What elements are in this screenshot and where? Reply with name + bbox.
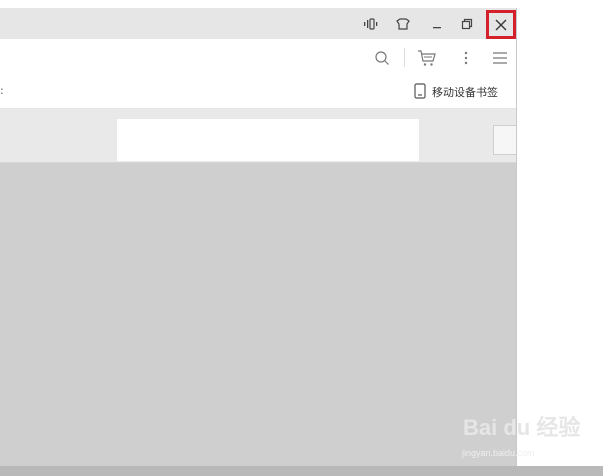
restore-icon[interactable] [456,8,478,39]
close-icon [494,18,508,32]
side-button[interactable] [493,125,516,155]
mobile-device-icon [414,82,426,102]
search-input[interactable] [117,119,419,161]
cart-icon[interactable] [416,39,438,76]
toolbar-separator [404,48,405,67]
skin-icon[interactable] [393,8,413,39]
browser-window: : 移动设备书签 [0,8,517,468]
toolbar [0,39,516,77]
minimize-icon[interactable] [426,8,448,39]
search-icon[interactable] [372,39,392,76]
bookmark-bar: : 移动设备书签 [0,76,516,109]
watermark-brand: Bai du 经验 [463,415,581,440]
watermark-site: jingyan.baidu.com [462,448,535,458]
bookmark-fragment: : [0,84,4,97]
signal-icon[interactable] [361,8,381,39]
bottom-strip [0,466,603,476]
mobile-bookmarks-button[interactable]: 移动设备书签 [414,76,498,108]
more-icon[interactable] [460,39,472,76]
menu-icon[interactable] [489,39,511,76]
close-button[interactable] [486,10,516,39]
mobile-bookmarks-label: 移动设备书签 [432,86,498,99]
title-bar [0,8,516,39]
new-tab-header [0,109,516,163]
page-content [0,163,516,468]
